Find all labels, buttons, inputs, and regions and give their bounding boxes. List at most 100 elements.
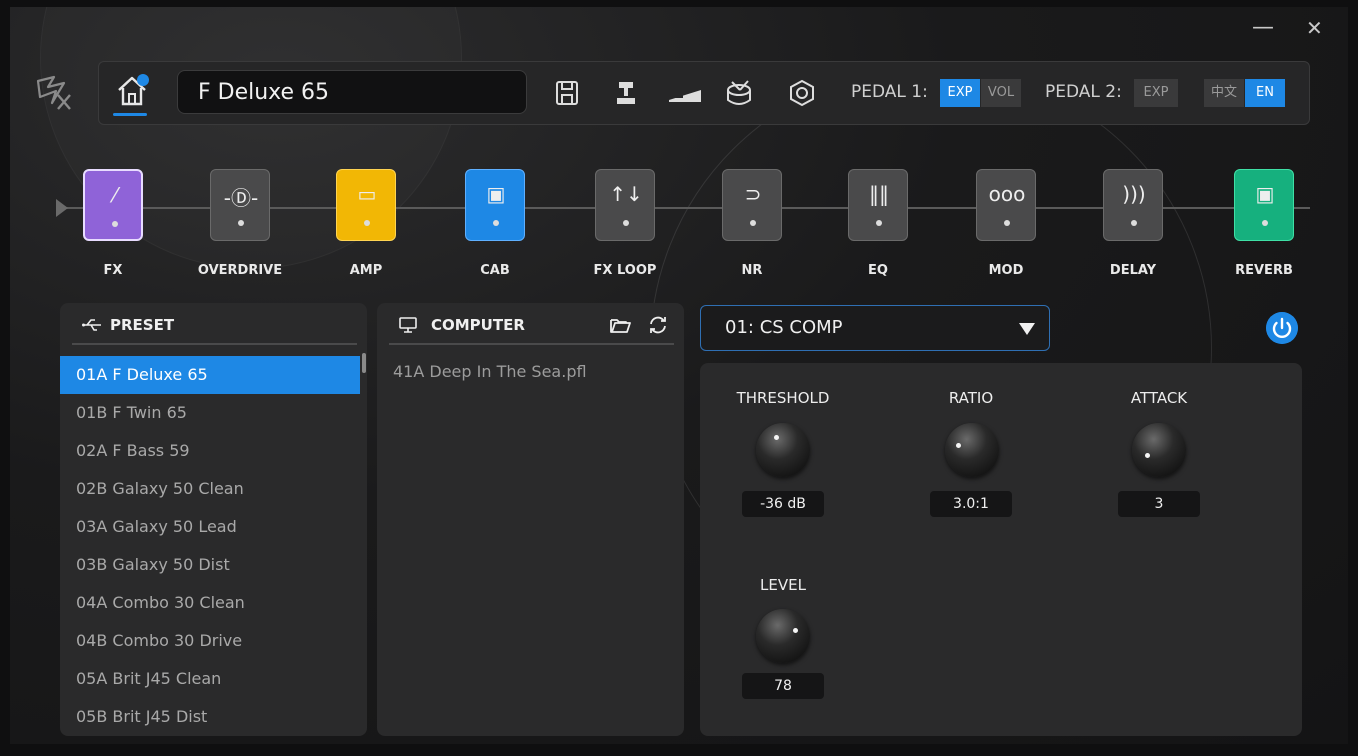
save-icon[interactable] — [552, 78, 582, 108]
app-window: — ✕ F Deluxe 65 PEDAL 1: EXP VOL PEDAL 2… — [10, 7, 1348, 744]
preset-item[interactable]: 05A Brit J45 Clean — [60, 660, 360, 698]
block-label-nr: NR — [741, 263, 763, 278]
knob-indicator — [793, 628, 798, 633]
mod-icon: ooo — [988, 182, 1026, 206]
block-indicator — [112, 221, 118, 227]
block-delay[interactable]: ))) — [1103, 169, 1163, 241]
block-label-amp: AMP — [349, 263, 383, 278]
block-fx-loop[interactable]: ↑↓ — [595, 169, 655, 241]
block-label-overdrive: OVERDRIVE — [197, 263, 283, 278]
delay-icon: ))) — [1122, 182, 1146, 206]
preset-item[interactable]: 01B F Twin 65 — [60, 394, 360, 432]
effect-parameters-panel: THRESHOLD -36 dB RATIO 3.0:1 ATTACK 3 LE… — [700, 363, 1302, 736]
knob-value-level: 78 — [742, 673, 824, 699]
preset-item[interactable]: 02B Galaxy 50 Clean — [60, 470, 360, 508]
divider — [72, 343, 357, 345]
knob-label-ratio: RATIO — [948, 389, 994, 407]
knob-value-attack: 3 — [1118, 491, 1200, 517]
top-toolbar: F Deluxe 65 PEDAL 1: EXP VOL PEDAL 2: EX… — [98, 61, 1310, 125]
refresh-icon[interactable] — [647, 315, 669, 335]
block-indicator — [1004, 220, 1010, 226]
computer-icon — [399, 317, 417, 333]
block-label-mod: MOD — [988, 263, 1024, 278]
block-indicator — [876, 220, 882, 226]
preset-item[interactable]: 01A F Deluxe 65 — [60, 356, 360, 394]
pedal2-label: PEDAL 2: — [1045, 82, 1122, 102]
knob-label-level: LEVEL — [760, 576, 806, 594]
block-cab[interactable]: ▣ — [465, 169, 525, 241]
block-indicator — [750, 220, 756, 226]
knob-indicator — [774, 435, 779, 440]
divider — [389, 343, 674, 345]
computer-panel-title: COMPUTER — [431, 316, 525, 334]
pedal2-exp-button[interactable]: EXP — [1134, 79, 1178, 107]
block-eq[interactable]: ‖‖ — [848, 169, 908, 241]
knob-value-threshold: -36 dB — [742, 491, 824, 517]
computer-file-item[interactable]: 41A Deep In The Sea.pfl — [377, 353, 677, 391]
drum-icon[interactable] — [724, 78, 754, 108]
threshold-knob[interactable] — [756, 423, 810, 477]
attack-knob[interactable] — [1132, 423, 1186, 477]
computer-panel: COMPUTER 41A Deep In The Sea.pfl — [377, 303, 684, 736]
block-fx[interactable]: ⁄ — [83, 169, 143, 241]
overdrive-icon: -Ⓓ- — [223, 186, 259, 210]
block-label-reverb: REVERB — [1235, 263, 1293, 278]
tuner-icon[interactable] — [611, 78, 641, 108]
pedal1-exp-button[interactable]: EXP — [940, 79, 980, 107]
effect-model-dropdown[interactable]: 01: CS COMP — [700, 305, 1050, 351]
settings-nut-icon[interactable] — [787, 78, 817, 108]
effect-model-value: 01: CS COMP — [725, 317, 843, 338]
block-indicator — [1131, 220, 1137, 226]
home-active-indicator — [113, 113, 147, 116]
block-nr[interactable]: ⊃ — [722, 169, 782, 241]
knob-label-threshold: THRESHOLD — [736, 389, 830, 407]
knob-value-ratio: 3.0:1 — [930, 491, 1012, 517]
preset-scrollbar[interactable] — [362, 353, 366, 373]
block-indicator — [1262, 220, 1268, 226]
expression-pedal-icon[interactable] — [665, 78, 705, 108]
block-overdrive[interactable]: -Ⓓ- — [210, 169, 270, 241]
chevron-down-icon — [1019, 323, 1035, 335]
block-label-fx-loop: FX LOOP — [593, 263, 657, 278]
block-label-cab: CAB — [480, 263, 510, 278]
block-label-eq: EQ — [868, 263, 888, 278]
level-knob[interactable] — [756, 609, 810, 663]
preset-item[interactable]: 05B Brit J45 Dist — [60, 698, 360, 736]
block-reverb[interactable]: ▣ — [1234, 169, 1294, 241]
preset-name-field[interactable]: F Deluxe 65 — [177, 70, 527, 114]
knob-label-attack: ATTACK — [1130, 389, 1188, 407]
eq-icon: ‖‖ — [869, 182, 889, 206]
pedal1-label: PEDAL 1: — [851, 82, 928, 102]
home-icon[interactable] — [113, 72, 151, 110]
preset-item[interactable]: 03A Galaxy 50 Lead — [60, 508, 360, 546]
signal-input-arrow — [56, 199, 68, 217]
block-indicator — [493, 220, 499, 226]
knob-indicator — [956, 443, 961, 448]
block-indicator — [623, 220, 629, 226]
preset-panel-title: PRESET — [110, 316, 175, 334]
language-english-button[interactable]: EN — [1245, 79, 1285, 107]
preset-item[interactable]: 02A F Bass 59 — [60, 432, 360, 470]
preset-item[interactable]: 04B Combo 30 Drive — [60, 622, 360, 660]
minimize-button[interactable]: — — [1252, 17, 1274, 39]
block-mod[interactable]: ooo — [976, 169, 1036, 241]
pedal1-vol-button[interactable]: VOL — [981, 79, 1021, 107]
fx-icon: ⁄ — [113, 183, 117, 207]
folder-icon[interactable] — [609, 316, 631, 334]
reverb-icon: ▣ — [1255, 182, 1275, 206]
logo-icon — [36, 75, 71, 110]
power-icon[interactable] — [1266, 312, 1298, 344]
nr-icon: ⊃ — [744, 182, 762, 206]
preset-item[interactable]: 03B Galaxy 50 Dist — [60, 546, 360, 584]
block-indicator — [364, 220, 370, 226]
fx-loop-icon: ↑↓ — [609, 182, 643, 206]
close-button[interactable]: ✕ — [1306, 17, 1323, 39]
language-chinese-button[interactable]: 中文 — [1204, 79, 1244, 107]
preset-panel: PRESET 01A F Deluxe 65 01B F Twin 65 02A… — [60, 303, 367, 736]
ratio-knob[interactable] — [945, 423, 999, 477]
usb-icon — [82, 319, 101, 331]
block-amp[interactable]: ▭ — [336, 169, 396, 241]
preset-item[interactable]: 04A Combo 30 Clean — [60, 584, 360, 622]
block-label-fx: FX — [103, 263, 123, 278]
amp-icon: ▭ — [357, 182, 377, 206]
